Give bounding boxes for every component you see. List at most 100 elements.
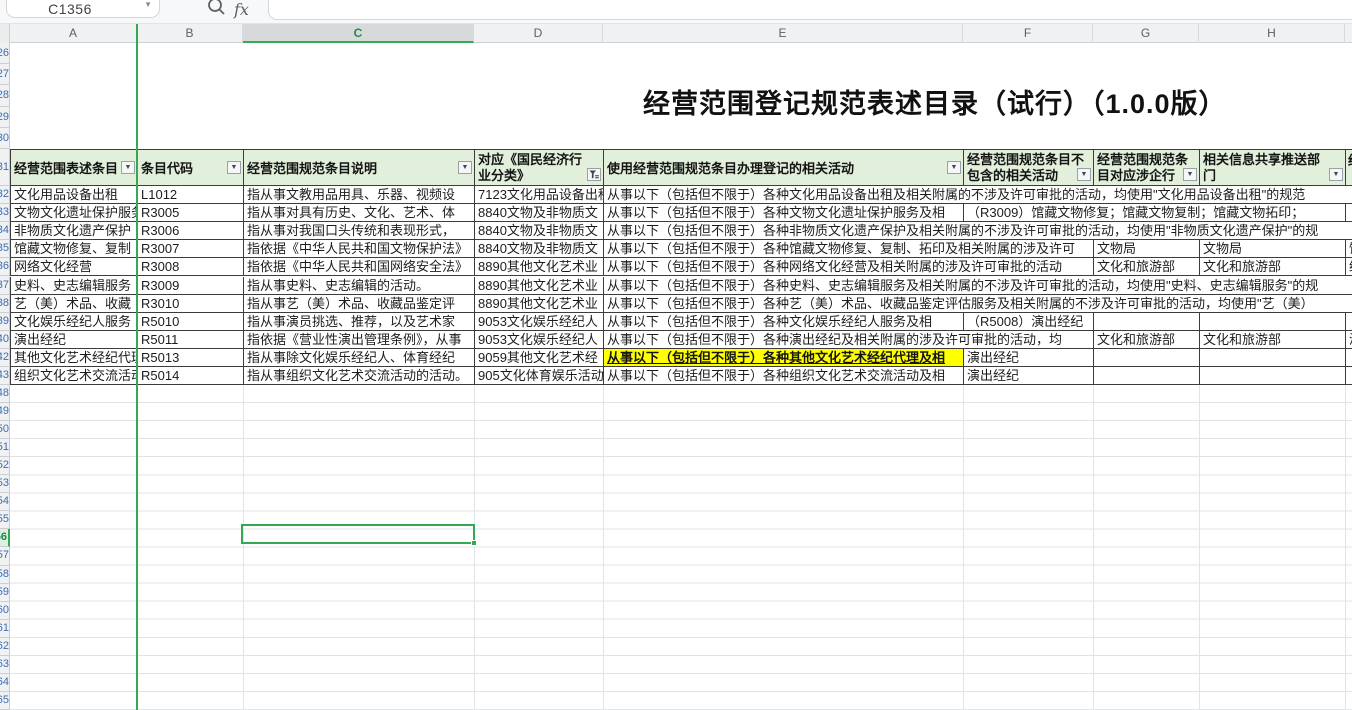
row-number[interactable]: 1334 (0, 222, 10, 240)
select-all-corner[interactable] (0, 24, 10, 43)
name-box[interactable]: C1356 ▼ (6, 0, 160, 18)
cell[interactable]: 9059其他文化艺术经 (475, 349, 604, 366)
empty-grid-area[interactable] (10, 385, 1352, 710)
row-number[interactable]: 1359 (0, 584, 10, 602)
formula-bar-input[interactable] (268, 0, 1352, 20)
filter-caret-button[interactable]: ▼ (1077, 168, 1091, 181)
cell[interactable]: 从事以下（包括但不限于）各种非物质文化遗产保护及相关附属的不涉及许可审批的活动，… (604, 222, 1352, 239)
header-cell-h[interactable]: 相关信息共享推送部门▼ (1200, 150, 1346, 185)
row-number[interactable]: 1362 (0, 638, 10, 656)
cell[interactable]: 文化和旅游部 (1200, 331, 1346, 348)
row-number[interactable]: 1363 (0, 656, 10, 674)
cell[interactable]: 从事以下（包括但不限于）各种网络文化经营及相关附属的涉及许可审批的活动 (604, 258, 1094, 275)
row-number[interactable]: 1328 (0, 85, 10, 106)
cell[interactable]: 9053文化娱乐经纪人 (475, 313, 604, 330)
filter-caret-button[interactable]: ▼ (1329, 168, 1343, 181)
row-number[interactable]: 1352 (0, 457, 10, 475)
header-cell-g[interactable]: 经营范围规范条目对应涉企行▼ (1094, 150, 1200, 185)
cell[interactable]: 8890其他文化艺术业 (475, 258, 604, 275)
cell[interactable]: 指从事史料、史志编辑的活动。 (244, 277, 475, 294)
row-number[interactable]: 1356 (0, 529, 10, 547)
cell[interactable]: R5011 (138, 331, 244, 348)
row-number[interactable]: 1364 (0, 674, 10, 692)
header-cell-e[interactable]: 使用经营范围规范条目办理登记的相关活动▼ (604, 150, 964, 185)
row-number[interactable]: 1338 (0, 295, 10, 313)
column-header-H[interactable]: H (1199, 24, 1345, 43)
cell[interactable]: 馆 (1346, 240, 1352, 257)
cell[interactable]: 从事以下（包括但不限于）各种文化娱乐经纪人服务及相 (604, 313, 964, 330)
cell[interactable]: 演 (1346, 331, 1352, 348)
cell[interactable] (1094, 349, 1200, 366)
header-cell-a[interactable]: 经营范围表述条目▼ (11, 150, 138, 185)
cell[interactable]: 指依据《中华人民共和国文物保护法》 (244, 240, 475, 257)
column-header-E[interactable]: E (603, 24, 963, 43)
cell[interactable]: 文化娱乐经纪人服务 (11, 313, 138, 330)
cell[interactable]: 非物质文化遗产保护 (11, 222, 138, 239)
cell[interactable]: 指依据《中华人民共和国网络安全法》 (244, 258, 475, 275)
cell[interactable]: 网络文化经营 (11, 258, 138, 275)
row-number[interactable]: 1348 (0, 385, 10, 403)
filter-caret-button[interactable]: ▼ (458, 161, 472, 174)
row-number[interactable]: 1327 (0, 64, 10, 85)
row-number[interactable]: 1357 (0, 547, 10, 565)
row-number[interactable]: 1336 (0, 258, 10, 276)
cell[interactable]: 文化用品设备出租 (11, 186, 138, 203)
cell[interactable]: R5013 (138, 349, 244, 366)
filter-active-button[interactable] (587, 168, 601, 181)
cell[interactable]: 演出经纪 (964, 349, 1094, 366)
filter-caret-button[interactable]: ▼ (227, 161, 241, 174)
header-cell-i-clipped[interactable]: 经 (1346, 150, 1352, 185)
cell[interactable]: 8890其他文化艺术业 (475, 295, 604, 312)
cell[interactable]: 经 (1346, 258, 1352, 275)
cell[interactable]: 指从事对我国口头传统和表现形式， (244, 222, 475, 239)
row-number[interactable]: 1337 (0, 277, 10, 295)
row-number[interactable]: 1332 (0, 186, 10, 204)
cell[interactable]: 7123文化用品设备出租 (475, 186, 604, 203)
header-cell-b[interactable]: 条目代码▼ (138, 150, 244, 185)
row-number[interactable]: 1350 (0, 421, 10, 439)
cell[interactable]: R5014 (138, 367, 244, 384)
cell[interactable]: 文物文化遗址保护服务 (11, 204, 138, 221)
cell[interactable] (1200, 367, 1346, 384)
column-header-B[interactable]: B (137, 24, 243, 43)
filter-caret-button[interactable]: ▼ (121, 161, 135, 174)
cell[interactable]: 从事以下（包括但不限于）各种艺（美）术品、收藏品鉴定评估服务及相关附属的不涉及许… (604, 295, 1352, 312)
cell[interactable]: （R3009）馆藏文物修复；馆藏文物复制；馆藏文物拓印； (964, 204, 1346, 221)
active-cell-selection[interactable] (241, 524, 475, 544)
cell[interactable]: 演出经纪 (11, 331, 138, 348)
cell[interactable]: R3010 (138, 295, 244, 312)
row-number[interactable]: 1339 (0, 313, 10, 331)
cell[interactable] (1094, 367, 1200, 384)
name-box-dropdown-icon[interactable]: ▼ (144, 0, 152, 9)
cell[interactable]: 文物局 (1094, 240, 1200, 257)
cell[interactable]: 905文化体育娱乐活动 (475, 367, 604, 384)
cell[interactable]: 指从事除文化娱乐经纪人、体育经纪 (244, 349, 475, 366)
column-header-G[interactable]: G (1093, 24, 1199, 43)
row-number[interactable]: 1329 (0, 107, 10, 128)
row-number[interactable]: 1361 (0, 620, 10, 638)
row-number[interactable]: 1349 (0, 403, 10, 421)
row-number[interactable]: 1360 (0, 602, 10, 620)
cell[interactable]: L1012 (138, 186, 244, 203)
cell[interactable]: R3007 (138, 240, 244, 257)
filter-caret-button[interactable]: ▼ (947, 161, 961, 174)
cell[interactable]: 文物局 (1200, 240, 1346, 257)
cell[interactable]: 8890其他文化艺术业 (475, 277, 604, 294)
row-number[interactable]: 1335 (0, 240, 10, 258)
row-number[interactable]: 1340 (0, 331, 10, 349)
cell[interactable]: 8840文物及非物质文 (475, 240, 604, 257)
row-number[interactable]: 1333 (0, 204, 10, 222)
row-number[interactable]: 1343 (0, 367, 10, 385)
row-number[interactable]: 1354 (0, 493, 10, 511)
name-box-value[interactable]: C1356 (7, 1, 133, 17)
header-cell-d[interactable]: 对应《国民经济行业分类》 (475, 150, 604, 185)
row-number[interactable]: 1342 (0, 349, 10, 367)
cell[interactable]: R5010 (138, 313, 244, 330)
cell[interactable]: 从事以下（包括但不限于）各种文化用品设备出租及相关附属的不涉及许可审批的活动，均… (604, 186, 1352, 203)
cell[interactable] (1200, 349, 1346, 366)
row-number[interactable]: 1353 (0, 475, 10, 493)
cell[interactable]: R3006 (138, 222, 244, 239)
cell[interactable] (1094, 313, 1200, 330)
cell[interactable]: R3005 (138, 204, 244, 221)
cell[interactable]: 指从事对具有历史、文化、艺术、体 (244, 204, 475, 221)
